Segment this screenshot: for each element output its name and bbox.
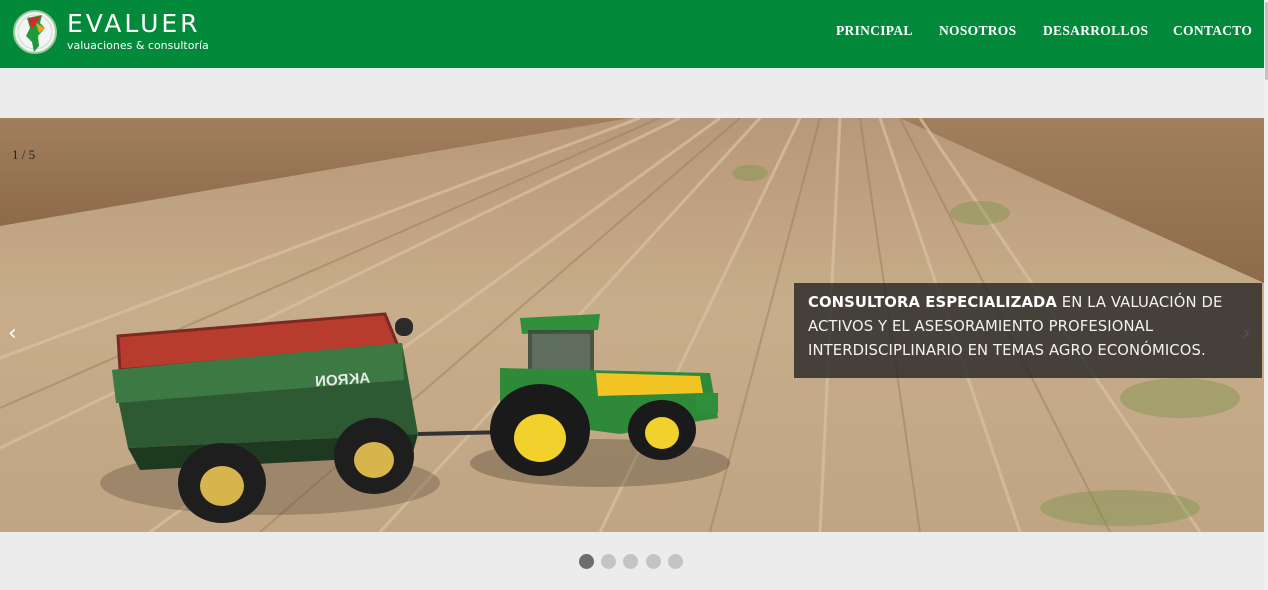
slide-dot[interactable] [646, 554, 661, 569]
slide-dot[interactable] [601, 554, 616, 569]
hero-slider: AKRON 1 / 5 ‹ › CONSULTORA ESPECIALIZADA… [0, 118, 1264, 532]
slide-dot[interactable] [579, 554, 594, 569]
page-scrollbar[interactable] [1264, 0, 1268, 590]
slide-dot[interactable] [668, 554, 683, 569]
brand-name[interactable]: EVALUER [67, 10, 201, 38]
logo-icon[interactable] [12, 6, 58, 56]
prev-slide-icon[interactable]: ‹ [8, 322, 17, 346]
header-bar: EVALUER valuaciones & consultoría PRINCI… [0, 0, 1264, 68]
nav-contacto[interactable]: CONTACTO [1173, 23, 1252, 39]
nav-principal[interactable]: PRINCIPAL [836, 23, 913, 39]
slide-caption: CONSULTORA ESPECIALIZADA EN LA VALUACIÓN… [794, 283, 1262, 378]
nav-desarrollos[interactable]: DESARROLLOS [1043, 23, 1148, 39]
slide-dot[interactable] [623, 554, 638, 569]
brand-tagline: valuaciones & consultoría [67, 39, 209, 52]
caption-highlight: CONSULTORA ESPECIALIZADA [808, 294, 1057, 311]
slide-counter: 1 / 5 [12, 147, 36, 162]
nav-nosotros[interactable]: NOSOTROS [939, 23, 1016, 39]
